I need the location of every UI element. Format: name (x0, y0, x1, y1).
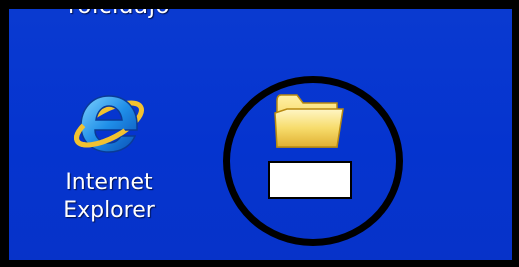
folder-icon[interactable] (271, 87, 347, 153)
internet-explorer-label-line1: Internet (65, 170, 153, 195)
internet-explorer-icon[interactable] (69, 82, 149, 162)
folder-rename-input[interactable] (268, 161, 352, 199)
desktop: roicidajo Internet Explorer (0, 0, 519, 267)
internet-explorer-label-line2: Explorer (63, 198, 155, 223)
internet-explorer-label[interactable]: Internet Explorer (49, 169, 169, 225)
desktop-icon-label-partial[interactable]: roicidajo (59, 9, 179, 19)
